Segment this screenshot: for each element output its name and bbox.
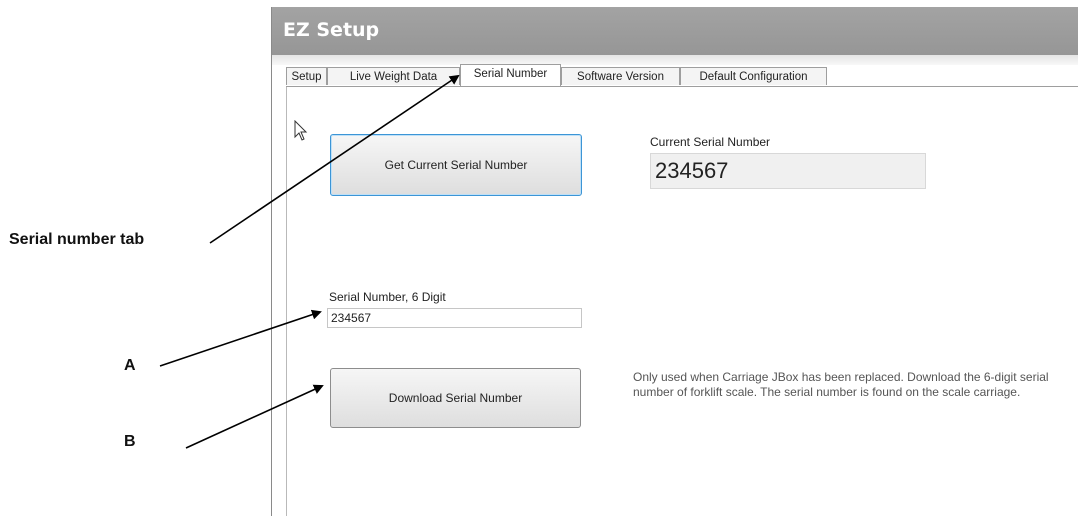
a-callout-arrow (159, 309, 322, 367)
serial-number-tab-callout: Serial number tab (9, 231, 145, 248)
stage: EZ Setup Setup Live Weight Data Serial N… (0, 0, 1078, 516)
b-callout-arrow (185, 384, 324, 449)
tab-callout-arrow (209, 74, 460, 244)
callout-b: B (124, 433, 136, 450)
tab-serial-number[interactable]: Serial Number (460, 64, 561, 86)
callout-a: A (124, 357, 136, 374)
